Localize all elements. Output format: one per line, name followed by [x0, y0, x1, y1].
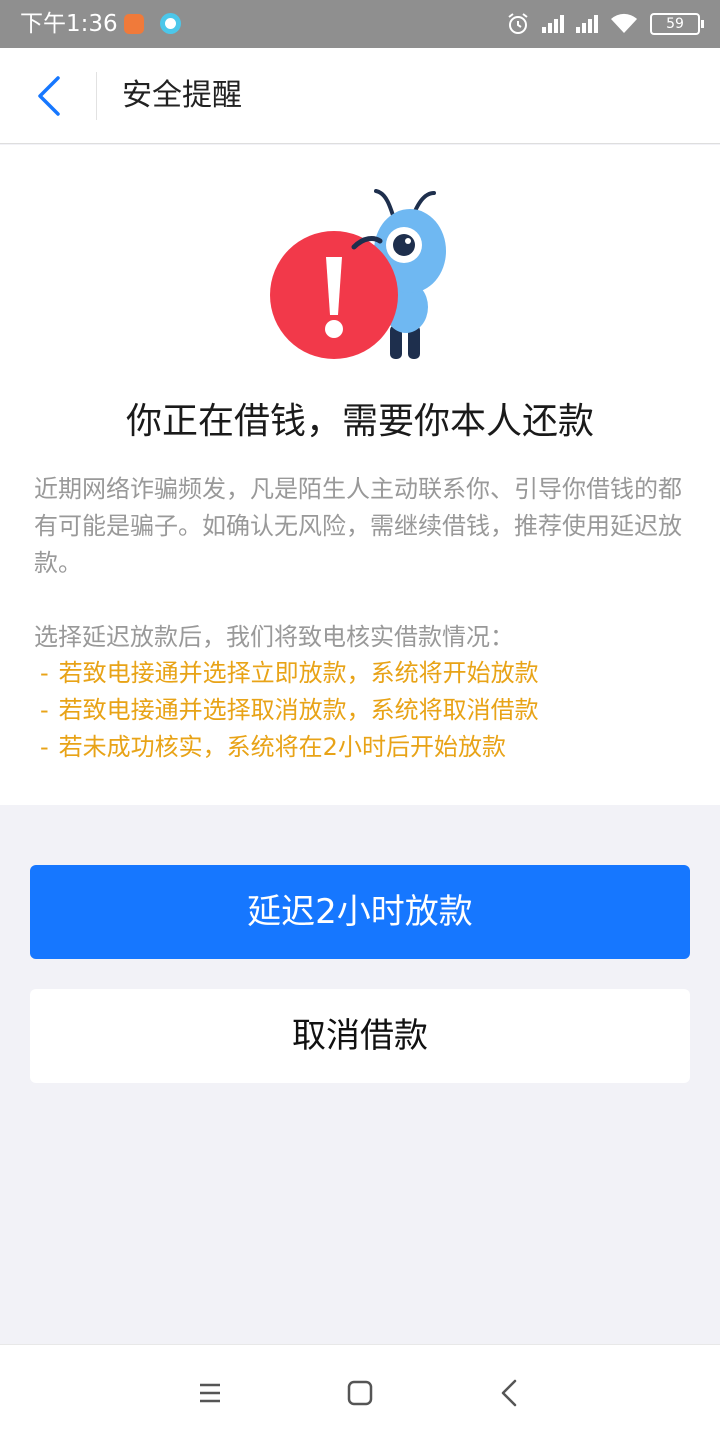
bullet-text: 若致电接通并选择立即放款，系统将开始放款	[58, 659, 539, 687]
cancel-loan-button[interactable]: 取消借款	[30, 989, 690, 1083]
delay-explanation: 选择延迟放款后，我们将致电核实借款情况：	[34, 623, 514, 651]
bullet-text: 若未成功核实，系统将在2小时后开始放款	[58, 733, 506, 761]
status-icons: 59	[506, 10, 704, 38]
wifi-icon	[611, 13, 637, 33]
page-title: 安全提醒	[122, 78, 242, 113]
bullet-dash: -	[40, 659, 49, 687]
home-icon[interactable]	[342, 1375, 378, 1411]
signal-icon	[542, 15, 564, 33]
chevron-left-icon	[38, 76, 60, 116]
bullet-dash: -	[40, 696, 49, 724]
list-item: - 若致电接通并选择取消放款，系统将取消借款	[40, 692, 690, 729]
list-item: - 若致电接通并选择立即放款，系统将开始放款	[40, 655, 690, 692]
browser-icon	[160, 13, 181, 34]
delay-rules-list: - 若致电接通并选择立即放款，系统将开始放款 - 若致电接通并选择取消放款，系统将取…	[40, 655, 690, 766]
alert-description: 近期网络诈骗频发，凡是陌生人主动联系你、引导你借钱的都有可能是骗子。如确认无风险…	[34, 475, 682, 577]
app-notification-icon	[124, 14, 144, 34]
nav-divider	[96, 72, 97, 120]
bullet-dash: -	[40, 733, 49, 761]
nav-bar: 安全提醒	[0, 48, 720, 144]
list-item: - 若未成功核实，系统将在2小时后开始放款	[40, 729, 690, 766]
bullet-text: 若致电接通并选择取消放款，系统将取消借款	[58, 696, 539, 724]
status-time: 下午1:36	[20, 11, 118, 37]
back-icon[interactable]	[492, 1375, 528, 1411]
battery-icon: 59	[650, 13, 704, 35]
status-bar: 下午1:36 59	[0, 0, 720, 48]
alert-headline: 你正在借钱，需要你本人还款	[125, 401, 594, 442]
ant-mascot-warning-icon	[270, 189, 446, 359]
battery-level: 59	[666, 16, 684, 32]
back-button[interactable]	[24, 70, 76, 122]
alarm-icon	[508, 13, 528, 34]
delay-release-button[interactable]: 延迟2小时放款	[30, 865, 690, 959]
signal-icon	[576, 15, 598, 33]
alert-card: 你正在借钱，需要你本人还款 近期网络诈骗频发，凡是陌生人主动联系你、引导你借钱的…	[0, 145, 720, 805]
menu-icon[interactable]	[192, 1375, 228, 1411]
system-nav-bar	[0, 1344, 720, 1440]
